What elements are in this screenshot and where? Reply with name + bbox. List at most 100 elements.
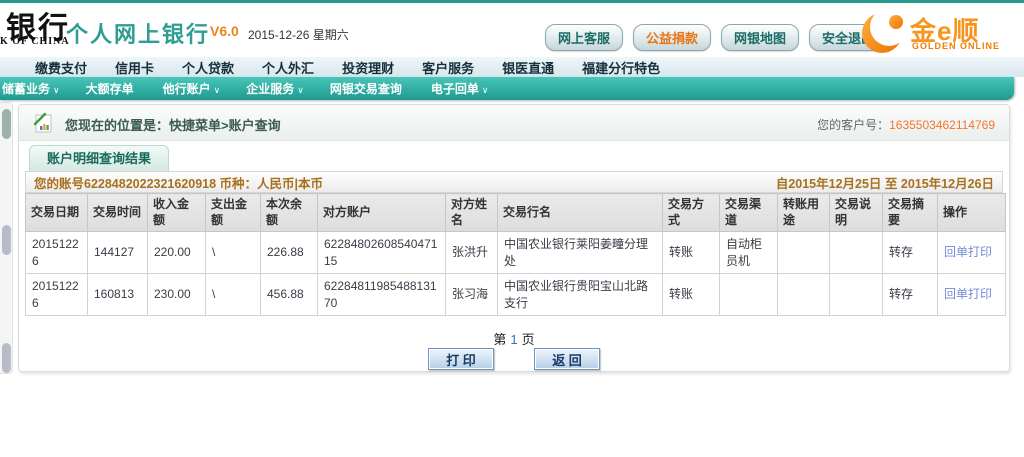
table-cell: 20151226 xyxy=(26,274,88,316)
table-cell: 20151226 xyxy=(26,232,88,274)
subnav-item-large-deposit[interactable]: 大额存单 xyxy=(86,80,137,97)
table-cell: 转账 xyxy=(663,274,720,316)
header-trade-date: 交易日期 xyxy=(26,194,88,232)
crescent-icon xyxy=(858,9,910,55)
table-cell: \ xyxy=(206,274,261,316)
chevron-down-icon: ∨ xyxy=(482,85,489,95)
ebank-map-button[interactable]: 网银地图 xyxy=(721,24,799,51)
header-income-amount: 收入金额 xyxy=(148,194,206,232)
table-cell: 张习海 xyxy=(446,274,498,316)
subnav-item-e-receipt[interactable]: 电子回单∨ xyxy=(431,80,489,97)
tab-account-detail-result[interactable]: 账户明细查询结果 xyxy=(29,145,169,171)
pagination: 第1页 xyxy=(19,329,1009,348)
table-cell xyxy=(778,232,830,274)
brand-subtitle: GOLDEN ONLINE xyxy=(912,41,1000,51)
table-cell: 回单打印 xyxy=(938,274,1006,316)
product-title: 个人网上银行 xyxy=(66,17,210,49)
header-trade-summary: 交易摘要 xyxy=(883,194,938,232)
table-header-row: 交易日期 交易时间 收入金额 支出金额 本次余额 对方账户 对方姓名 交易行名 … xyxy=(26,194,1006,232)
table-cell xyxy=(720,274,778,316)
table-cell: 226.88 xyxy=(261,232,318,274)
customer-number-value: 1635503462114769 xyxy=(889,118,995,132)
menu-item-investment[interactable]: 投资理财 xyxy=(342,58,394,77)
table-cell: 144127 xyxy=(88,232,148,274)
receipt-print-link[interactable]: 回单打印 xyxy=(944,287,992,301)
table-cell xyxy=(830,274,883,316)
header-counterparty-account: 对方账户 xyxy=(318,194,446,232)
table-cell: 6228481198548813170 xyxy=(318,274,446,316)
primary-menu: 缴费支付 信用卡 个人贷款 个人外汇 投资理财 客户服务 银医直通 福建分行特色 xyxy=(0,57,1024,77)
breadcrumb: 您现在的位置是：快捷菜单>账户查询 xyxy=(65,115,281,134)
header-balance: 本次余额 xyxy=(261,194,318,232)
table-cell: 456.88 xyxy=(261,274,318,316)
table-cell: 转存 xyxy=(883,232,938,274)
subnav-item-corporate-service[interactable]: 企业服务∨ xyxy=(246,80,304,97)
current-date: 2015-12-26 星期六 xyxy=(248,26,349,43)
chevron-down-icon: ∨ xyxy=(297,85,304,95)
table-cell: 张洪升 xyxy=(446,232,498,274)
date-range: 自2015年12月25日 至 2015年12月26日 xyxy=(776,173,994,192)
header-operation: 操作 xyxy=(938,194,1006,232)
chevron-down-icon: ∨ xyxy=(53,85,60,95)
table-cell: 自动柜员机 xyxy=(720,232,778,274)
menu-item-personal-forex[interactable]: 个人外汇 xyxy=(262,58,314,77)
charity-donation-button[interactable]: 公益捐款 xyxy=(633,24,711,51)
table-cell: \ xyxy=(206,232,261,274)
rail-handle[interactable] xyxy=(2,109,11,139)
table-cell: 中国农业银行贵阳宝山北路支行 xyxy=(498,274,663,316)
action-buttons: 打 印 返 回 xyxy=(19,348,1009,370)
subnav-item-savings[interactable]: 储蓄业务∨ xyxy=(2,80,60,97)
transaction-table: 交易日期 交易时间 收入金额 支出金额 本次余额 对方账户 对方姓名 交易行名 … xyxy=(25,193,1006,316)
header-trade-method: 交易方式 xyxy=(663,194,720,232)
print-button[interactable]: 打 印 xyxy=(428,348,494,370)
header-trade-time: 交易时间 xyxy=(88,194,148,232)
menu-item-bank-medical[interactable]: 银医直通 xyxy=(502,58,554,77)
header-trade-bank: 交易行名 xyxy=(498,194,663,232)
table-cell: 220.00 xyxy=(148,232,206,274)
menu-item-personal-loan[interactable]: 个人贷款 xyxy=(182,58,234,77)
receipt-print-link[interactable]: 回单打印 xyxy=(944,245,992,259)
rail-handle[interactable] xyxy=(2,225,11,255)
chevron-down-icon: ∨ xyxy=(214,85,221,95)
table-cell: 6228480260854047115 xyxy=(318,232,446,274)
online-service-button[interactable]: 网上客服 xyxy=(545,24,623,51)
header-trade-note: 交易说明 xyxy=(830,194,883,232)
table-cell: 230.00 xyxy=(148,274,206,316)
header-counterparty-name: 对方姓名 xyxy=(446,194,498,232)
back-button[interactable]: 返 回 xyxy=(534,348,600,370)
secondary-menu: 储蓄业务∨ 大额存单 他行账户∨ 企业服务∨ 网银交易查询 电子回单∨ xyxy=(0,77,1014,100)
menu-item-credit-card[interactable]: 信用卡 xyxy=(115,58,154,77)
golden-online-logo: 金e顺 GOLDEN ONLINE xyxy=(858,9,1016,55)
header: 银行 K OF CHINA 个人网上银行 V6.0 2015-12-26 星期六… xyxy=(0,3,1024,57)
version-label: V6.0 xyxy=(210,23,239,39)
left-collapsed-rail xyxy=(0,102,13,374)
table-cell: 160813 xyxy=(88,274,148,316)
rail-handle[interactable] xyxy=(2,343,11,373)
menu-item-payment[interactable]: 缴费支付 xyxy=(35,58,87,77)
header-transfer-purpose: 转账用途 xyxy=(778,194,830,232)
header-outgo-amount: 支出金额 xyxy=(206,194,261,232)
subnav-item-other-bank-account[interactable]: 他行账户∨ xyxy=(163,80,221,97)
header-trade-channel: 交易渠道 xyxy=(720,194,778,232)
online-banking-page: 银行 K OF CHINA 个人网上银行 V6.0 2015-12-26 星期六… xyxy=(0,0,1024,457)
menu-item-fujian-branch[interactable]: 福建分行特色 xyxy=(582,58,660,77)
breadcrumb-bar: 您现在的位置是：快捷菜单>账户查询 您的客户号：1635503462114769 xyxy=(19,105,1009,141)
table-cell xyxy=(830,232,883,274)
content-panel: 您现在的位置是：快捷菜单>账户查询 您的客户号：1635503462114769… xyxy=(18,104,1010,372)
page-number: 1 xyxy=(506,332,521,347)
menu-item-customer-service[interactable]: 客户服务 xyxy=(422,58,474,77)
customer-number: 您的客户号：1635503462114769 xyxy=(817,116,995,133)
account-info-bar: 您的账号6228482022321620918 币种：人民币|本币 自2015年… xyxy=(25,171,1003,193)
bank-logo-english: K OF CHINA xyxy=(0,36,70,47)
header-button-group: 网上客服 公益捐款 网银地图 安全退出 xyxy=(545,24,887,51)
table-cell: 中国农业银行莱阳姜疃分理处 xyxy=(498,232,663,274)
location-document-icon xyxy=(33,112,55,134)
table-cell: 转账 xyxy=(663,232,720,274)
subnav-item-ebank-transaction-query[interactable]: 网银交易查询 xyxy=(330,80,405,97)
table-row: 20151226 144127 220.00 \ 226.88 62284802… xyxy=(26,232,1006,274)
table-cell: 回单打印 xyxy=(938,232,1006,274)
table-row: 20151226 160813 230.00 \ 456.88 62284811… xyxy=(26,274,1006,316)
account-number-currency: 您的账号6228482022321620918 币种：人民币|本币 xyxy=(34,173,323,192)
table-cell: 转存 xyxy=(883,274,938,316)
table-cell xyxy=(778,274,830,316)
